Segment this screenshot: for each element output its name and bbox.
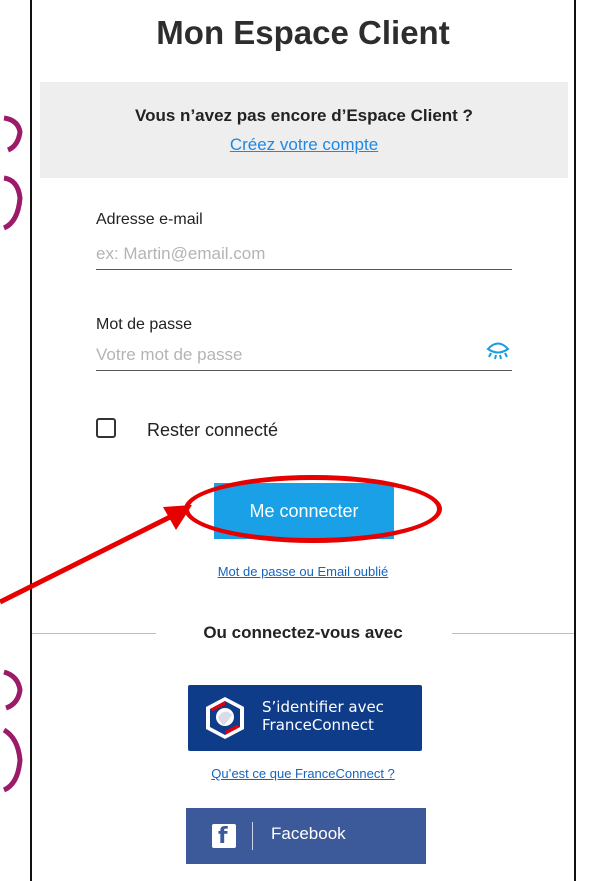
franceconnect-line2: FranceConnect bbox=[262, 716, 374, 734]
password-field[interactable] bbox=[96, 340, 512, 371]
signup-question: Vous n’avez pas encore d’Espace Client ? bbox=[135, 106, 473, 125]
facebook-divider bbox=[252, 822, 253, 850]
franceconnect-logo-icon bbox=[206, 697, 244, 739]
franceconnect-label: S’identifier avec FranceConnect bbox=[262, 698, 384, 734]
create-account-link[interactable]: Créez votre compte bbox=[40, 135, 568, 155]
facebook-button[interactable]: f Facebook bbox=[186, 808, 426, 864]
remember-checkbox[interactable] bbox=[96, 418, 116, 438]
franceconnect-button[interactable]: S’identifier avec FranceConnect bbox=[188, 685, 422, 751]
franceconnect-info-link[interactable]: Qu’est ce que FranceConnect ? bbox=[32, 766, 574, 781]
login-button[interactable]: Me connecter bbox=[214, 483, 394, 539]
forgot-password-link[interactable]: Mot de passe ou Email oublié bbox=[32, 564, 574, 579]
signup-banner: Vous n’avez pas encore d’Espace Client ?… bbox=[40, 82, 568, 178]
remember-label: Rester connecté bbox=[147, 420, 279, 440]
facebook-icon: f bbox=[212, 824, 236, 849]
separator-line-right bbox=[452, 633, 574, 634]
email-label: Adresse e-mail bbox=[96, 211, 203, 228]
login-panel: Mon Espace Client Vous n’avez pas encore… bbox=[30, 0, 576, 881]
page-title: Mon Espace Client bbox=[156, 14, 450, 51]
password-label: Mot de passe bbox=[96, 316, 193, 333]
facebook-label: Facebook bbox=[271, 824, 346, 843]
side-marks bbox=[2, 115, 23, 793]
email-field[interactable] bbox=[96, 239, 512, 270]
franceconnect-line1: S’identifier avec bbox=[262, 698, 384, 716]
eye-icon[interactable] bbox=[486, 338, 510, 360]
